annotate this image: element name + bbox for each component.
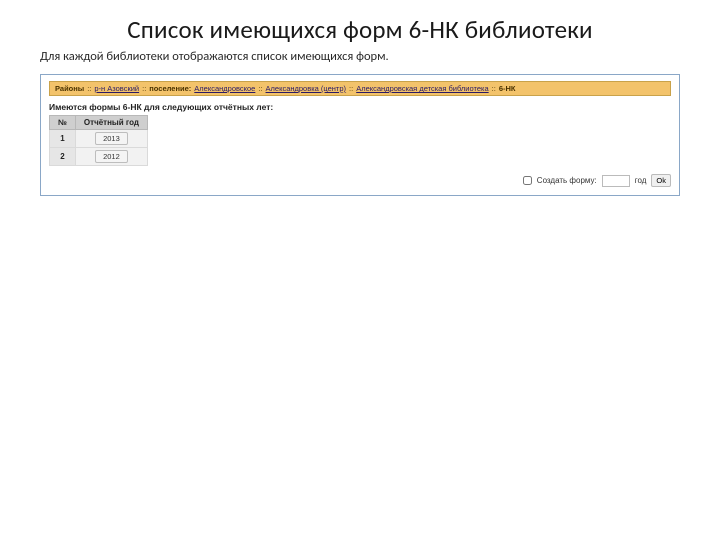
row-num: 1 — [50, 130, 76, 148]
create-form-label: Создать форму: — [537, 176, 597, 185]
create-form-checkbox[interactable] — [523, 176, 532, 185]
row-num: 2 — [50, 148, 76, 166]
create-form-year-input[interactable] — [602, 175, 630, 187]
breadcrumb-district-link[interactable]: р-н Азовский — [94, 84, 139, 93]
breadcrumb-locality-link[interactable]: Александровка (центр) — [266, 84, 347, 93]
breadcrumb-sep: :: — [87, 84, 91, 93]
col-header-num: № — [50, 116, 76, 130]
forms-panel: Районы :: р-н Азовский :: поселение: Але… — [40, 74, 680, 196]
table-row: 1 2013 — [50, 130, 148, 148]
year-button[interactable]: 2012 — [95, 150, 128, 163]
row-year-cell: 2012 — [75, 148, 147, 166]
breadcrumb-sep: :: — [492, 84, 496, 93]
create-form-year-suffix: год — [635, 176, 647, 185]
create-form-row: Создать форму: год Ok — [49, 174, 671, 187]
row-year-cell: 2013 — [75, 130, 147, 148]
breadcrumb-settlement-link[interactable]: Александровское — [194, 84, 255, 93]
page-title: Список имеющихся форм 6-НК библиотеки — [40, 14, 680, 45]
breadcrumb-sep: :: — [349, 84, 353, 93]
breadcrumb-sep: :: — [142, 84, 146, 93]
breadcrumb-library-link[interactable]: Александровская детская библиотека — [356, 84, 488, 93]
page-subtitle: Для каждой библиотеки отображаются списо… — [40, 49, 680, 64]
table-caption: Имеются формы 6-НК для следующих отчётны… — [49, 102, 671, 112]
breadcrumb-settlement-label: поселение: — [149, 84, 191, 93]
breadcrumb-root-label: Районы — [55, 84, 84, 93]
year-button[interactable]: 2013 — [95, 132, 128, 145]
col-header-year: Отчётный год — [75, 116, 147, 130]
create-form-ok-button[interactable]: Ok — [651, 174, 671, 187]
forms-table: № Отчётный год 1 2013 2 2012 — [49, 115, 148, 166]
table-row: 2 2012 — [50, 148, 148, 166]
breadcrumb: Районы :: р-н Азовский :: поселение: Але… — [49, 81, 671, 96]
breadcrumb-form-type: 6-НК — [499, 84, 516, 93]
breadcrumb-sep: :: — [258, 84, 262, 93]
